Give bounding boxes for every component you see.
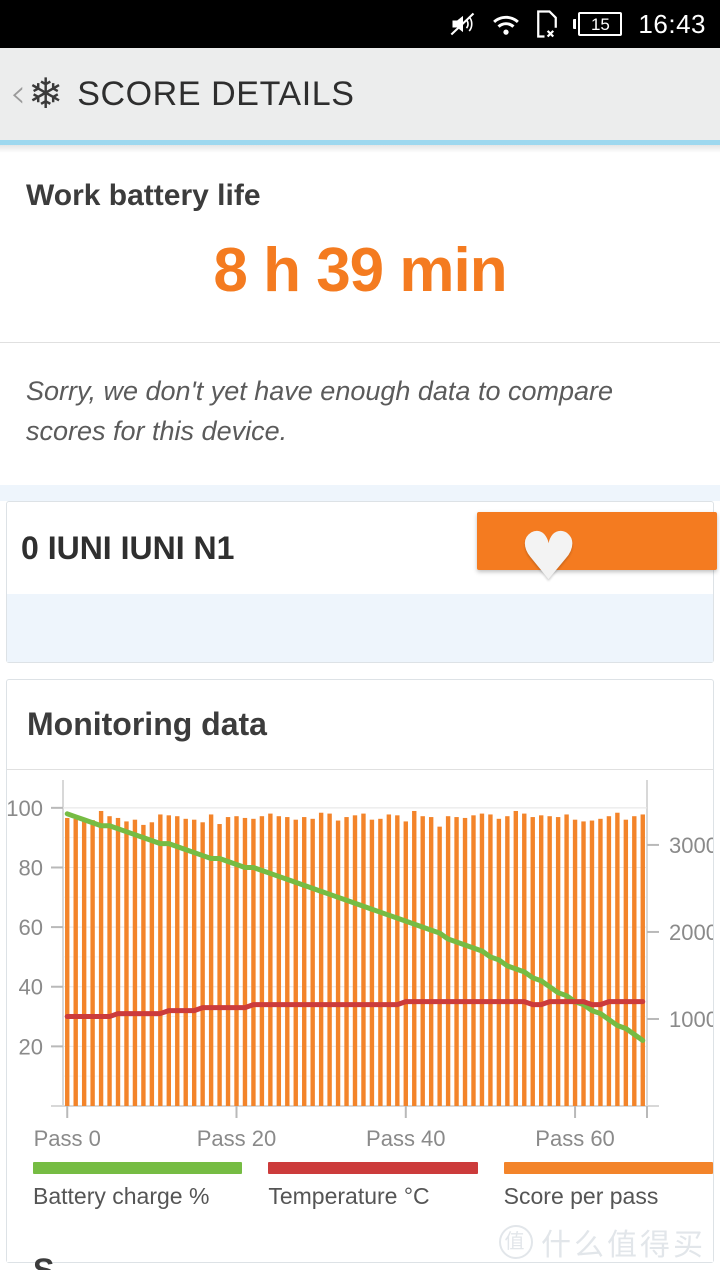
svg-text:1000: 1000 [669,1007,713,1032]
sim-card-off-icon [535,9,559,39]
back-icon[interactable]: ‹ [10,74,26,114]
legend-label-temperature: Temperature °C [268,1183,430,1209]
monitoring-card: Monitoring data 20 40 60 80 100 1000 2000 3000 P… [6,679,714,1270]
legend-item-temperature: Temperature °C [268,1162,478,1210]
battery-body: 15 [578,12,623,36]
next-section-title: S [33,1252,55,1270]
legend-swatch-temperature [268,1162,478,1174]
battery-nub [573,19,577,29]
legend-item-score: Score per pass [503,1162,713,1210]
score-section: Work battery life 8 h 39 min [0,153,720,342]
wifi-icon [491,9,521,39]
chart-legend: Battery charge % Temperature °C Score pe… [7,1150,713,1210]
device-card[interactable]: 0 IUNI IUNI N1 ♥ [6,501,717,663]
svg-text:100: 100 [7,796,43,821]
snowflake-icon: ❄ [28,69,64,118]
svg-text:2000: 2000 [669,920,713,945]
favourite-bar[interactable]: ♥ [477,512,717,590]
monitoring-chart-svg: 20 40 60 80 100 1000 2000 3000 Pass 0 Pass 20 Pass… [7,780,713,1150]
monitoring-card-bottom: S [7,1210,713,1270]
legend-swatch-battery [33,1162,243,1174]
status-bar: 15 16:43 [0,0,720,48]
device-row[interactable]: 0 IUNI IUNI N1 ♥ [7,502,717,594]
battery-level-text: 15 [590,14,610,34]
comparison-note: Sorry, we don't yet have enough data to … [26,376,614,446]
legend-label-score: Score per pass [503,1183,659,1209]
svg-text:40: 40 [19,975,43,1000]
legend-swatch-score [503,1162,713,1174]
legend-label-battery: Battery charge % [33,1183,210,1209]
score-card: Work battery life 8 h 39 min Sorry, we d… [0,153,720,485]
device-card-sub [7,594,713,662]
svg-text:Pass 0: Pass 0 [34,1126,101,1150]
svg-text:60: 60 [19,915,43,940]
page-title: SCORE DETAILS [77,74,355,113]
svg-text:80: 80 [19,855,43,880]
status-clock: 16:43 [638,8,706,39]
monitoring-title: Monitoring data [27,706,267,742]
score-section-title: Work battery life [26,179,261,212]
svg-text:Pass 60: Pass 60 [535,1126,615,1150]
action-bar-shadow [0,145,720,153]
legend-item-battery: Battery charge % [33,1162,243,1210]
svg-text:Pass 20: Pass 20 [197,1126,277,1150]
score-value: 8 h 39 min [213,236,507,305]
svg-text:20: 20 [19,1034,43,1059]
heart-icon[interactable]: ♥ [519,524,578,590]
action-bar[interactable]: ‹ ❄ SCORE DETAILS [0,48,720,140]
monitoring-chart[interactable]: 20 40 60 80 100 1000 2000 3000 Pass 0 Pass 20 Pass… [7,770,713,1150]
svg-text:Pass 40: Pass 40 [366,1126,446,1150]
battery-icon: 15 [573,9,623,39]
spacer-1 [0,485,720,501]
mute-icon [449,9,477,39]
svg-text:3000: 3000 [669,833,713,858]
device-name: 0 IUNI IUNI N1 [21,529,235,566]
